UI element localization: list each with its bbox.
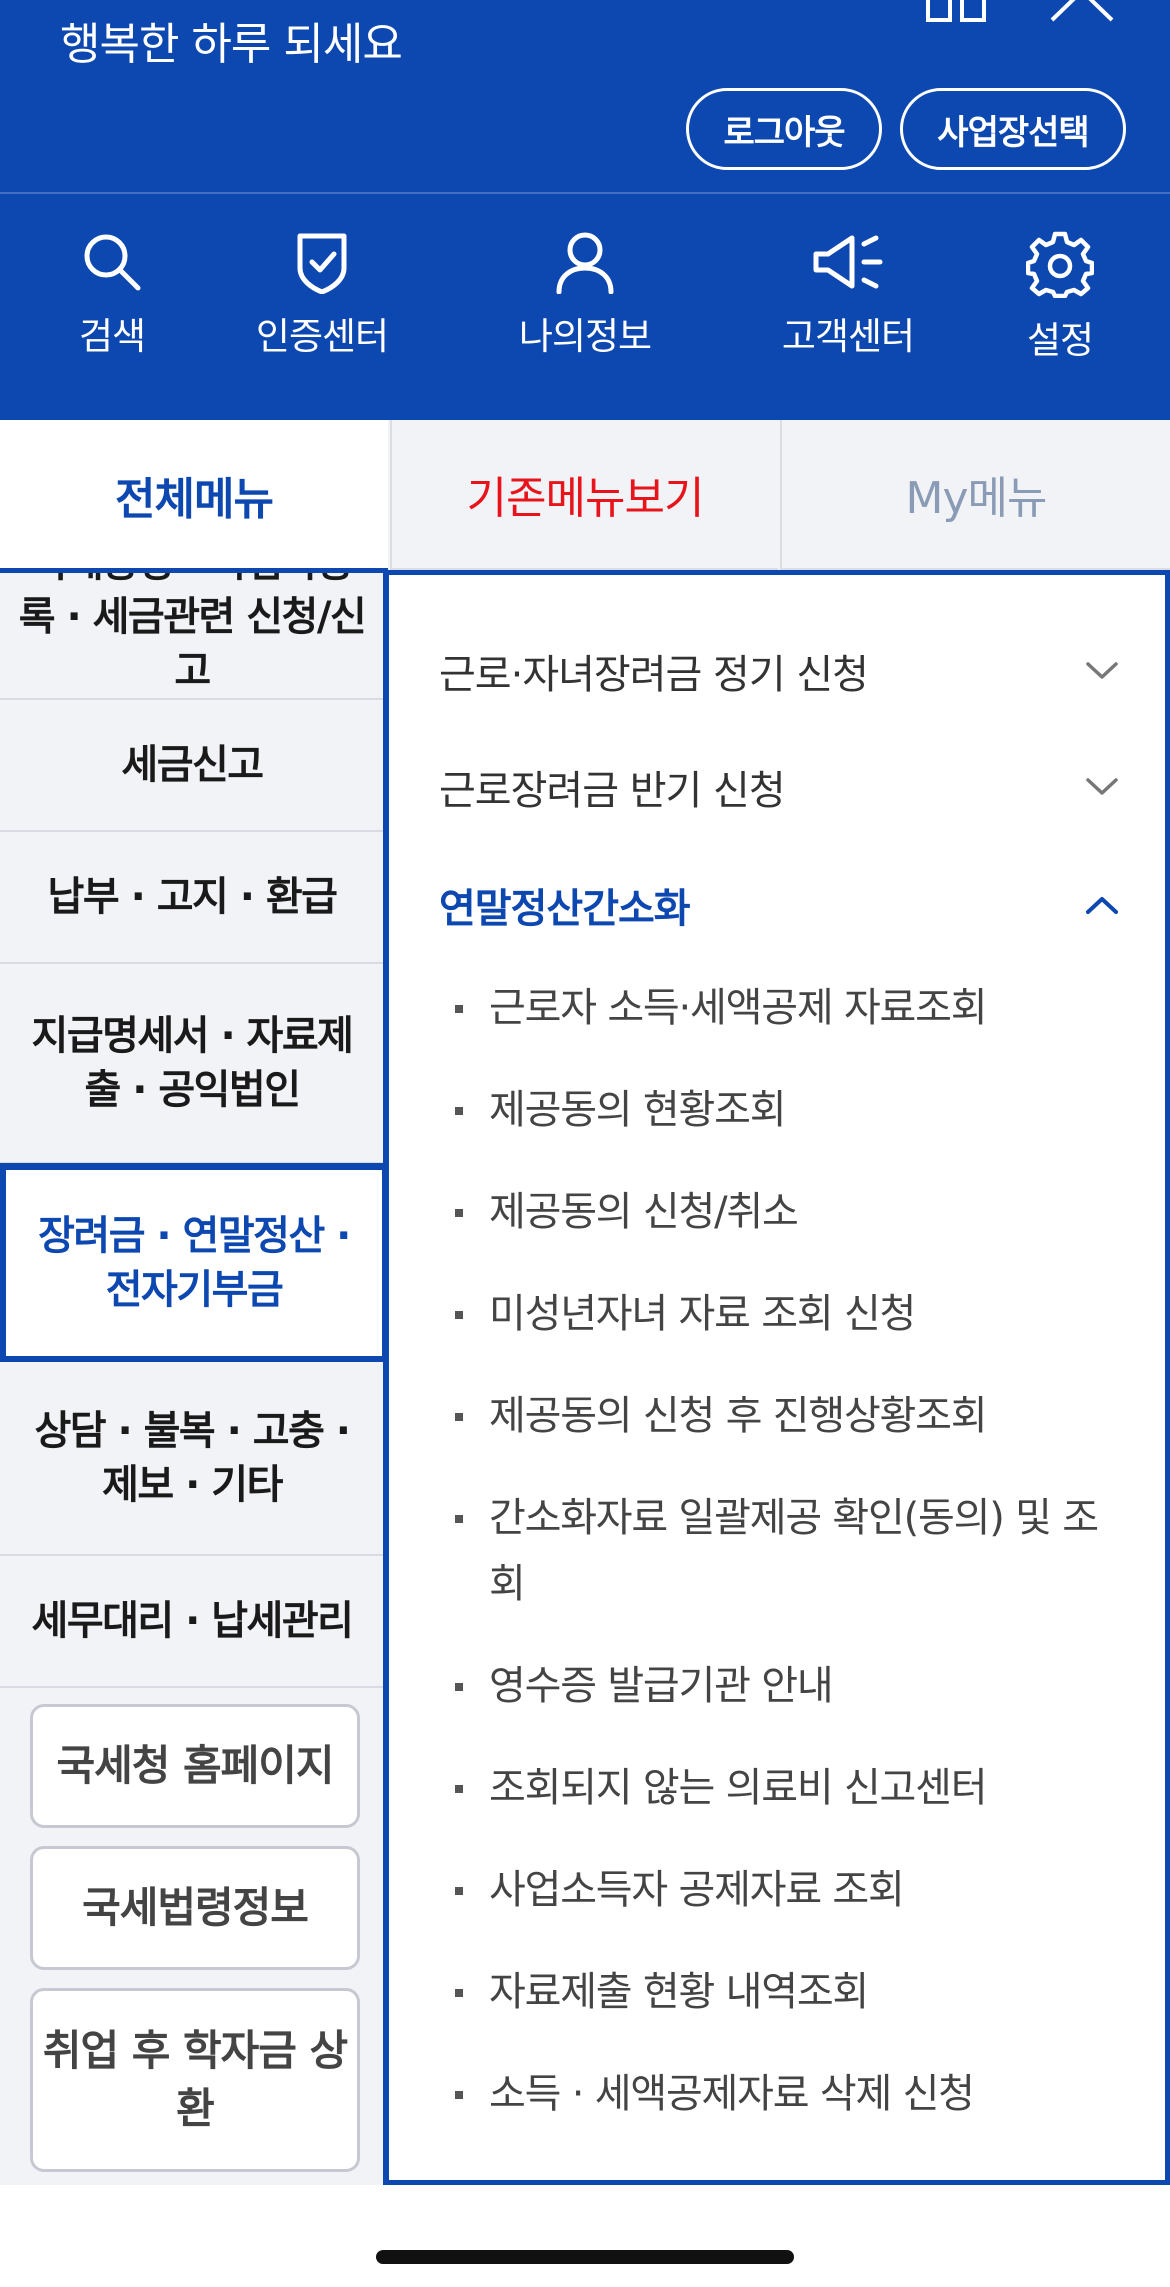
bullet-icon bbox=[455, 1413, 463, 1421]
bullet-icon bbox=[455, 1311, 463, 1319]
quick-nav-settings[interactable]: 설정 bbox=[960, 230, 1160, 364]
chevron-down-icon bbox=[1086, 662, 1118, 679]
quick-nav-search-label: 검색 bbox=[78, 315, 146, 358]
business-select-button[interactable]: 사업장선택 bbox=[900, 88, 1126, 170]
bullet-icon bbox=[455, 1209, 463, 1217]
category-item-statement[interactable]: 지급명세서 · 자료제출 · 공익법인 bbox=[0, 964, 384, 1164]
submenu-list: 근로자 소득·세액공제 자료조회 제공동의 현황조회 제공동의 신청/취소 미성… bbox=[455, 975, 1115, 2163]
shield-check-icon bbox=[297, 233, 347, 294]
accordion-regular-application[interactable]: 근로·자녀장려금 정기 신청 bbox=[439, 631, 1119, 711]
tab-my-menu[interactable]: My메뉴 bbox=[780, 420, 1170, 570]
quick-nav-my-info-label: 나의정보 bbox=[518, 315, 652, 358]
list-item-label: 제공동의 현황조회 bbox=[489, 1087, 787, 1133]
megaphone-icon bbox=[813, 235, 883, 289]
list-item[interactable]: 간소화자료 일괄제공 확인(동의) 및 조회 bbox=[455, 1485, 1115, 1617]
list-item-label: 조회되지 않는 의료비 신고센터 bbox=[489, 1765, 988, 1811]
student-loan-repayment-button[interactable]: 취업 후 학자금 상환 bbox=[30, 1988, 360, 2172]
app-header: 행복한 하루 되세요 로그아웃 사업장선택 검색 인증센터 나의정보 고객센터 … bbox=[0, 0, 1170, 420]
category-item-tax-filing[interactable]: 세금신고 bbox=[0, 700, 384, 832]
quick-nav-settings-label: 설정 bbox=[1026, 319, 1094, 362]
accordion-year-end-simplified[interactable]: 연말정산간소화 bbox=[439, 865, 1119, 945]
list-item[interactable]: 영수증 발급기관 안내 bbox=[455, 1653, 1115, 1719]
accordion-half-year-application[interactable]: 근로장려금 반기 신청 bbox=[439, 747, 1119, 827]
list-item-label: 근로자 소득·세액공제 자료조회 bbox=[489, 985, 988, 1031]
list-item-label: 사업소득자 공제자료 조회 bbox=[489, 1867, 905, 1913]
header-divider bbox=[0, 192, 1170, 194]
menu-tabs: 전체메뉴 기존메뉴보기 My메뉴 bbox=[0, 420, 1170, 570]
list-item-label: 제공동의 신청 후 진행상황조회 bbox=[489, 1393, 988, 1439]
bullet-icon bbox=[455, 1515, 463, 1523]
bullet-icon bbox=[455, 1887, 463, 1895]
accordion-title: 근로장려금 반기 신청 bbox=[439, 768, 786, 814]
quick-nav-auth-center[interactable]: 인증센터 bbox=[222, 230, 422, 360]
accordion-title: 연말정산간소화 bbox=[439, 886, 691, 932]
gear-icon bbox=[1026, 231, 1094, 298]
close-icon[interactable] bbox=[1050, 0, 1114, 22]
chevron-down-icon bbox=[1086, 778, 1118, 795]
category-item-incentive[interactable]: 장려금 · 연말정산 · 전자기부금 bbox=[0, 1164, 388, 1362]
list-item-label: 미성년자녀 자료 조회 신청 bbox=[489, 1291, 916, 1337]
category-item-payment[interactable]: 납부 · 고지 · 환급 bbox=[0, 832, 384, 964]
left-category-menu: 국세증명 · 사업자등록 · 세금관련 신청/신고 세금신고 납부 · 고지 ·… bbox=[0, 568, 388, 2185]
list-item[interactable]: 제공동의 신청 후 진행상황조회 bbox=[455, 1383, 1115, 1449]
category-item-consulting[interactable]: 상담 · 불복 · 고충 · 제보 · 기타 bbox=[0, 1362, 384, 1556]
list-item[interactable]: 사업소득자 공제자료 조회 bbox=[455, 1857, 1115, 1923]
bullet-icon bbox=[455, 1785, 463, 1793]
grid-icon[interactable] bbox=[926, 0, 986, 22]
list-item[interactable]: 조회되지 않는 의료비 신고센터 bbox=[455, 1755, 1115, 1821]
logout-button[interactable]: 로그아웃 bbox=[686, 88, 882, 170]
greeting-text: 행복한 하루 되세요 bbox=[60, 19, 403, 70]
list-item[interactable]: 근로자 소득·세액공제 자료조회 bbox=[455, 975, 1115, 1041]
search-icon bbox=[84, 234, 141, 291]
home-indicator bbox=[376, 2250, 794, 2264]
bullet-icon bbox=[455, 1107, 463, 1115]
chevron-up-icon bbox=[1086, 897, 1118, 914]
list-item-label: 간소화자료 일괄제공 확인(동의) 및 조회 bbox=[489, 1495, 1099, 1607]
bullet-icon bbox=[455, 1683, 463, 1691]
quick-nav-auth-center-label: 인증센터 bbox=[255, 315, 389, 358]
accordion-title: 근로·자녀장려금 정기 신청 bbox=[439, 652, 869, 698]
list-item[interactable]: 미성년자녀 자료 조회 신청 bbox=[455, 1281, 1115, 1347]
list-item[interactable]: 제공동의 신청/취소 bbox=[455, 1179, 1115, 1245]
nts-homepage-button[interactable]: 국세청 홈페이지 bbox=[30, 1704, 360, 1828]
category-item-tax-agent[interactable]: 세무대리 · 납세관리 bbox=[0, 1556, 384, 1688]
tab-legacy-menu[interactable]: 기존메뉴보기 bbox=[390, 420, 778, 570]
quick-nav-customer-center-label: 고객센터 bbox=[781, 315, 915, 358]
list-item[interactable]: 제공동의 현황조회 bbox=[455, 1077, 1115, 1143]
tax-law-info-button[interactable]: 국세법령정보 bbox=[30, 1846, 360, 1970]
list-item[interactable]: 소득 · 세액공제자료 삭제 신청 bbox=[455, 2061, 1115, 2127]
list-item-label: 영수증 발급기관 안내 bbox=[489, 1663, 834, 1709]
list-item-label: 제공동의 신청/취소 bbox=[489, 1189, 799, 1235]
category-item-certificate[interactable]: 국세증명 · 사업자등록 · 세금관련 신청/신고 bbox=[0, 568, 384, 700]
bullet-icon bbox=[455, 1005, 463, 1013]
quick-nav-customer-center[interactable]: 고객센터 bbox=[748, 230, 948, 360]
submenu-panel: 근로·자녀장려금 정기 신청 근로장려금 반기 신청 연말정산간소화 근로자 소… bbox=[384, 570, 1170, 2185]
bullet-icon bbox=[455, 1989, 463, 1997]
quick-nav: 검색 인증센터 나의정보 고객센터 설정 bbox=[0, 230, 1170, 370]
tab-all-menu[interactable]: 전체메뉴 bbox=[0, 420, 388, 570]
quick-nav-my-info[interactable]: 나의정보 bbox=[485, 230, 685, 360]
list-item[interactable]: 자료제출 현황 내역조회 bbox=[455, 1959, 1115, 2025]
bullet-icon bbox=[455, 2091, 463, 2099]
user-icon bbox=[556, 232, 614, 294]
quick-nav-search[interactable]: 검색 bbox=[12, 230, 212, 360]
list-item-label: 소득 · 세액공제자료 삭제 신청 bbox=[489, 2071, 975, 2117]
list-item-label: 자료제출 현황 내역조회 bbox=[489, 1969, 869, 2015]
